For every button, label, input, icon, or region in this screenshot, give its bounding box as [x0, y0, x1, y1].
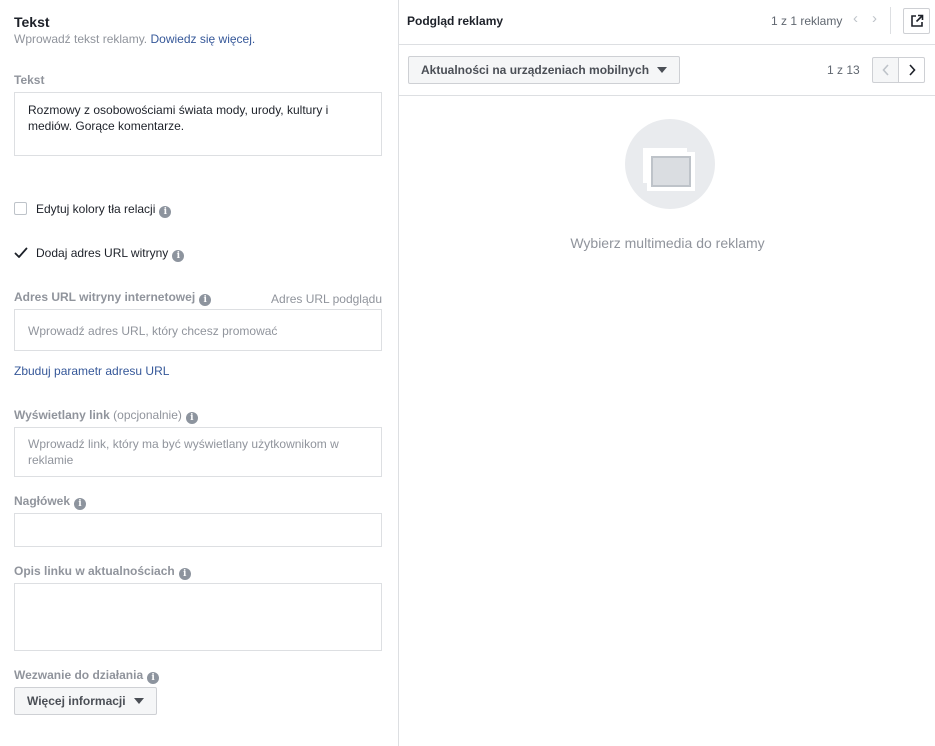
preview-title: Podgląd reklamy [407, 14, 504, 28]
placement-dropdown[interactable]: Aktualności na urządzeniach mobilnych [408, 56, 681, 84]
next-ad-chevron-icon[interactable]: › [872, 10, 877, 27]
headline-input[interactable] [14, 513, 382, 547]
info-icon[interactable]: i [147, 672, 160, 684]
display-link-input[interactable]: Wprowadź link, który ma być wyświetlany … [14, 427, 382, 477]
caret-down-icon [657, 67, 668, 73]
add-url-row: Dodaj adres URL witryny i [36, 246, 185, 262]
display-link-label: Wyświetlany link [14, 408, 110, 422]
ad-text-input[interactable]: Rozmowy z osobowościami świata mody, uro… [14, 92, 382, 156]
ad-text-value: Rozmowy z osobowościami świata mody, uro… [28, 103, 329, 133]
preview-url-link[interactable]: Adres URL podglądu [271, 292, 382, 306]
ad-count: 1 z 1 reklamy [771, 14, 843, 28]
media-placeholder-icon [643, 148, 695, 191]
headline-label-row: Nagłówek i [14, 494, 87, 510]
cta-label-row: Wezwanie do działania i [14, 668, 160, 684]
empty-preview-message: Wybierz multimedia do reklamy [570, 235, 765, 251]
info-icon[interactable]: i [172, 250, 185, 262]
edit-colors-checkbox[interactable] [14, 202, 27, 215]
prev-ad-chevron-icon[interactable]: ‹ [853, 10, 858, 27]
add-url-label: Dodaj adres URL witryny [36, 246, 169, 260]
website-url-label-row: Adres URL witryny internetowej i [14, 290, 212, 306]
info-icon[interactable]: i [199, 294, 212, 306]
next-placement-button[interactable] [898, 57, 925, 83]
placement-value: Aktualności na urządzeniach mobilnych [421, 63, 650, 77]
chevron-left-icon [881, 64, 889, 76]
text-label: Tekst [14, 73, 45, 87]
learn-more-link[interactable]: Dowiedz się więcej. [151, 32, 256, 46]
header-divider [890, 7, 891, 34]
section-title: Tekst [14, 14, 50, 30]
info-icon[interactable]: i [74, 498, 87, 510]
caret-down-icon [133, 698, 144, 704]
news-feed-desc-input[interactable] [14, 583, 382, 651]
toolbar-separator [399, 95, 935, 96]
info-icon[interactable]: i [185, 412, 198, 424]
edit-colors-label: Edytuj kolory tła relacji [36, 202, 156, 216]
display-link-placeholder: Wprowadź link, który ma być wyświetlany … [28, 437, 339, 467]
display-link-label-row: Wyświetlany link (opcjonalnie) i [14, 408, 198, 424]
open-external-button[interactable] [903, 8, 930, 34]
section-subtitle-text: Wprowadź tekst reklamy. [14, 32, 148, 46]
media-placeholder [625, 119, 715, 209]
info-icon[interactable]: i [159, 206, 172, 218]
website-url-input[interactable]: Wprowadź adres URL, który chcesz promowa… [14, 309, 382, 351]
ad-text-editor: Tekst Wprowadź tekst reklamy. Dowiedz si… [0, 0, 398, 746]
cta-dropdown[interactable]: Więcej informacji [14, 687, 157, 715]
placement-count: 1 z 13 [827, 63, 860, 77]
cta-label: Wezwanie do działania [14, 668, 144, 682]
website-url-label: Adres URL witryny internetowej [14, 290, 196, 304]
website-url-placeholder: Wprowadź adres URL, który chcesz promowa… [28, 324, 278, 338]
edit-colors-row: Edytuj kolory tła relacji i [36, 202, 172, 218]
external-link-icon [910, 14, 923, 27]
prev-placement-button[interactable] [872, 57, 899, 83]
checkmark-icon [14, 247, 28, 258]
news-feed-desc-label-row: Opis linku w aktualnościach i [14, 564, 191, 580]
add-url-checkbox[interactable] [13, 245, 29, 261]
cta-value: Więcej informacji [27, 694, 126, 708]
news-feed-desc-label: Opis linku w aktualnościach [14, 564, 175, 578]
header-separator [399, 44, 935, 45]
ad-preview-panel: Podgląd reklamy 1 z 1 reklamy ‹ › Aktual… [398, 0, 935, 746]
build-url-param-link[interactable]: Zbuduj parametr adresu URL [14, 364, 169, 378]
headline-label: Nagłówek [14, 494, 71, 508]
section-subtitle: Wprowadź tekst reklamy. Dowiedz się więc… [14, 32, 255, 46]
chevron-right-icon [908, 64, 916, 76]
info-icon[interactable]: i [178, 568, 191, 580]
display-link-optional: (opcjonalnie) [113, 408, 182, 422]
